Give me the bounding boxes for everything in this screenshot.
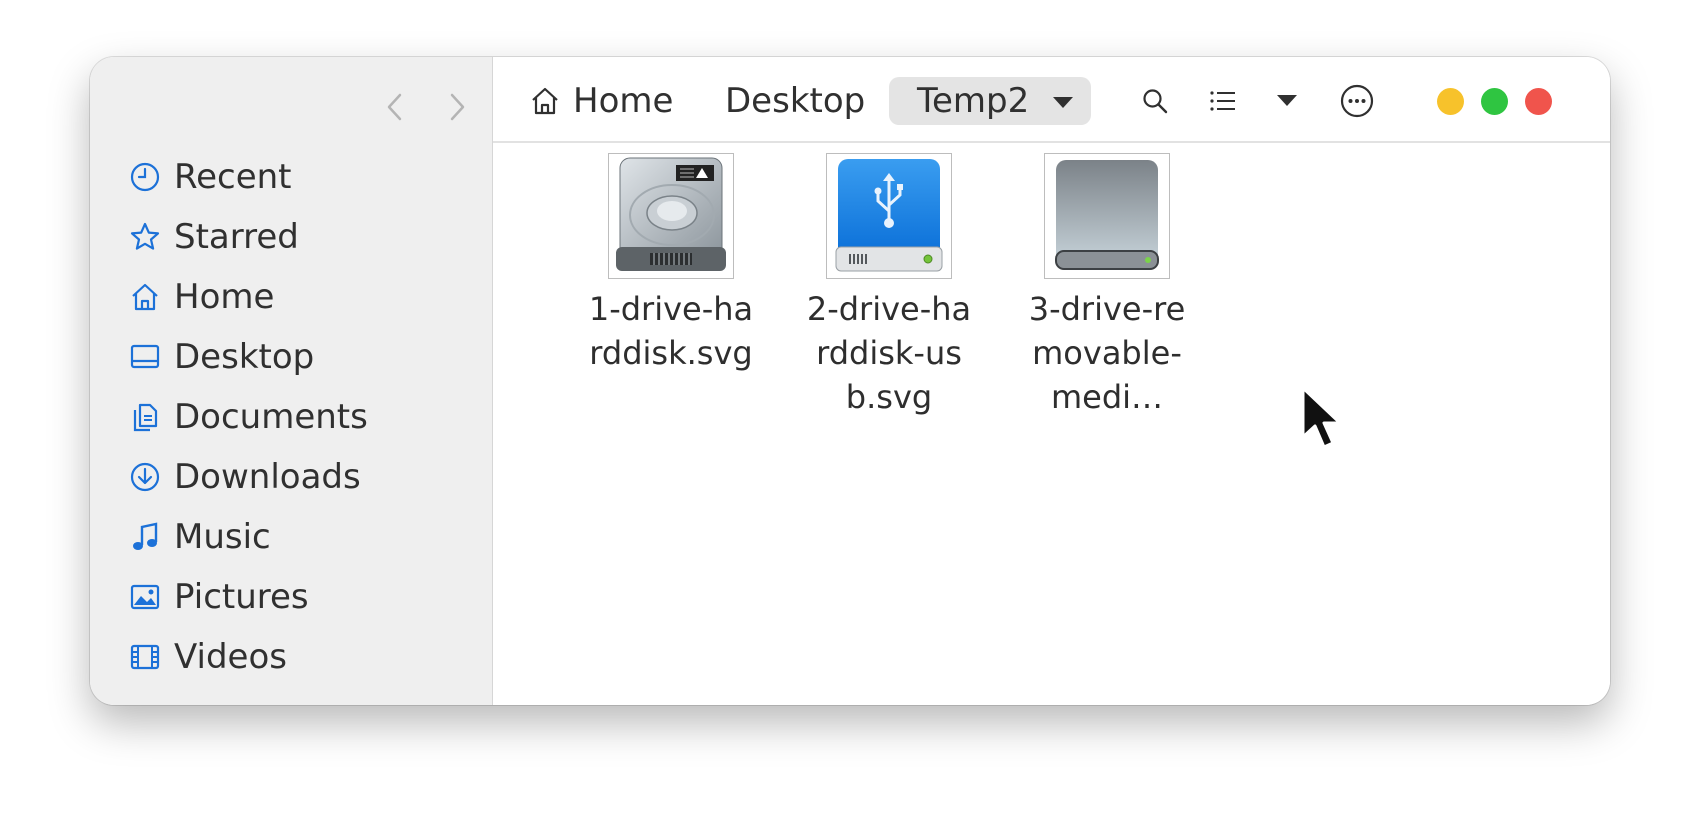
navigation-arrows (374, 85, 478, 129)
sidebar-item-label: Starred (174, 217, 299, 257)
desktop-icon (128, 340, 162, 374)
sidebar-item-starred[interactable]: Starred (128, 207, 482, 267)
file-item[interactable]: 1-drive-harddisk.svg (575, 153, 767, 419)
mouse-pointer-icon (1301, 386, 1342, 449)
chevron-left-icon (387, 93, 402, 121)
sidebar-item-label: Downloads (174, 457, 361, 497)
search-button[interactable] (1133, 79, 1177, 123)
sidebar-item-downloads[interactable]: Downloads (128, 447, 482, 507)
home-icon (128, 280, 162, 314)
minimize-button[interactable] (1437, 88, 1464, 115)
star-icon (128, 220, 162, 254)
header-bar: Home Desktop Temp2 (493, 57, 1610, 143)
close-button[interactable] (1525, 88, 1552, 115)
file-thumbnail (608, 153, 734, 279)
harddisk-icon (616, 157, 726, 271)
sidebar-item-documents[interactable]: Documents (128, 387, 482, 447)
file-name: 2-drive-harddisk-usb.svg (806, 290, 972, 416)
sidebar-item-label: Recent (174, 157, 292, 197)
view-options-dropdown[interactable] (1265, 79, 1309, 123)
back-button[interactable] (374, 85, 414, 129)
breadcrumb-home[interactable]: Home (529, 77, 673, 125)
file-item[interactable]: 3-drive-removable-medi… (1011, 153, 1203, 419)
sidebar-item-label: Home (174, 277, 275, 317)
sidebar-item-label: Videos (174, 637, 287, 677)
search-icon (1143, 89, 1168, 114)
main-pane: Home Desktop Temp2 1-drive-harddisk.svg … (493, 57, 1610, 705)
more-options-button[interactable] (1335, 79, 1379, 123)
places-list: Recent Starred Home Desktop Documents Do… (128, 147, 482, 687)
file-manager-window: Recent Starred Home Desktop Documents Do… (90, 57, 1610, 705)
caret-down-icon (1277, 95, 1297, 106)
sidebar-item-desktop[interactable]: Desktop (128, 327, 482, 387)
pictures-icon (128, 580, 162, 614)
sidebar-item-recent[interactable]: Recent (128, 147, 482, 207)
sidebar-item-videos[interactable]: Videos (128, 627, 482, 687)
breadcrumb-home-label: Home (573, 81, 674, 121)
downloads-icon (128, 460, 162, 494)
list-view-button[interactable] (1201, 79, 1245, 123)
sidebar-item-label: Documents (174, 397, 368, 437)
forward-button[interactable] (438, 85, 478, 129)
usb-drive-icon (835, 159, 943, 272)
home-icon (529, 85, 561, 117)
videos-icon (128, 640, 162, 674)
sidebar-item-label: Pictures (174, 577, 309, 617)
sidebar: Recent Starred Home Desktop Documents Do… (90, 57, 493, 705)
sidebar-item-pictures[interactable]: Pictures (128, 567, 482, 627)
list-view-icon (1210, 91, 1235, 111)
breadcrumb-desktop-label: Desktop (725, 81, 866, 121)
file-item[interactable]: 2-drive-harddisk-usb.svg (793, 153, 985, 419)
file-name: 1-drive-harddisk.svg (588, 290, 754, 372)
sidebar-item-music[interactable]: Music (128, 507, 482, 567)
file-thumbnail (1044, 153, 1170, 279)
maximize-button[interactable] (1481, 88, 1508, 115)
sidebar-item-label: Music (174, 517, 271, 557)
breadcrumb-current-folder[interactable]: Temp2 (889, 77, 1091, 125)
file-grid: 1-drive-harddisk.svg 2-drive-harddisk-us… (575, 153, 1203, 419)
file-name: 3-drive-removable-medi… (1028, 290, 1186, 416)
more-options-icon (1340, 84, 1374, 118)
breadcrumb-current-label: Temp2 (917, 81, 1030, 121)
caret-down-icon (1053, 97, 1073, 108)
chevron-right-icon (450, 93, 465, 121)
file-thumbnail (826, 153, 952, 279)
documents-icon (128, 400, 162, 434)
sidebar-item-label: Desktop (174, 337, 315, 377)
music-icon (128, 520, 162, 554)
sidebar-item-home[interactable]: Home (128, 267, 482, 327)
breadcrumb-desktop[interactable]: Desktop (725, 77, 865, 125)
removable-media-icon (1055, 160, 1159, 270)
clock-icon (128, 160, 162, 194)
